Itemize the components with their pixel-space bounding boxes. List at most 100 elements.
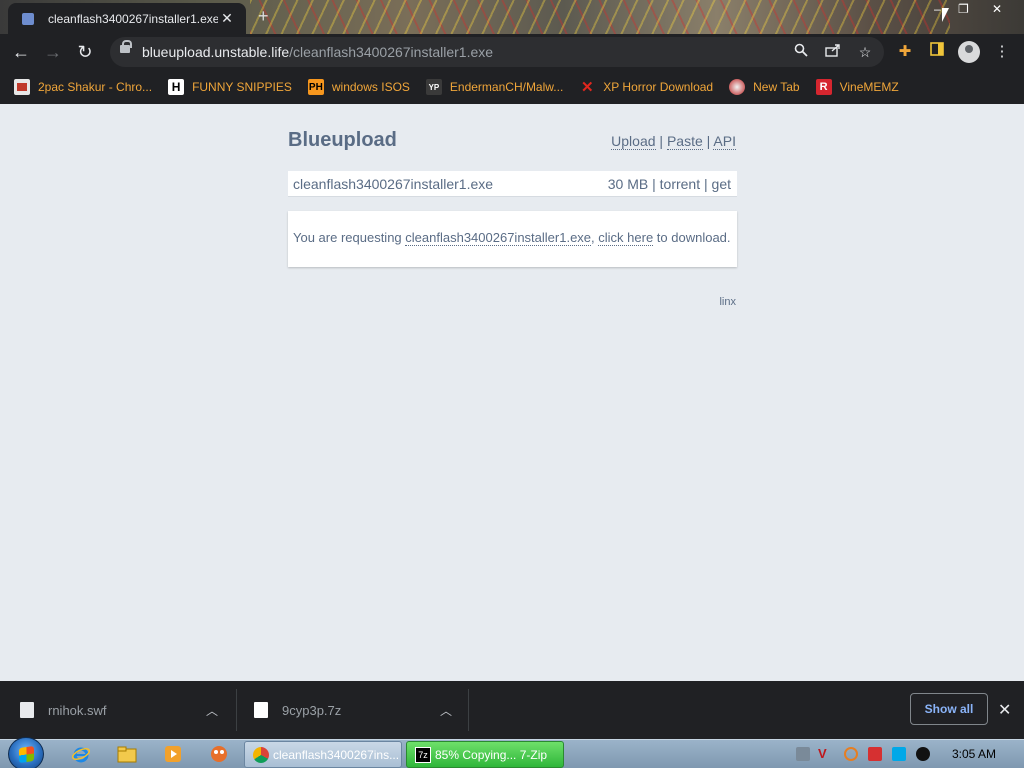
taskbar-7zip-window[interactable]: 7z 85% Copying... 7-Zip	[406, 741, 564, 768]
top-nav: Upload | Paste | API	[611, 133, 736, 150]
file-explorer-icon[interactable]	[116, 743, 138, 765]
side-panel-icon[interactable]	[927, 42, 947, 62]
wallpaper-art	[250, 0, 950, 34]
paste-link[interactable]: Paste	[666, 133, 703, 150]
browser-tab[interactable]: cleanflash3400267installer1.exe ✕	[8, 3, 246, 34]
torrent-link[interactable]: torrent	[660, 176, 700, 192]
download-message-card: You are requesting cleanflash3400267inst…	[288, 211, 737, 267]
paint-app-icon[interactable]	[208, 743, 230, 765]
tray-volume-icon[interactable]	[916, 747, 930, 761]
bookmark-label: XP Horror Download	[603, 80, 714, 94]
requested-file-link[interactable]: cleanflash3400267installer1.exe	[405, 230, 592, 246]
window-close-icon[interactable]: ✕	[992, 2, 1002, 16]
minimize-icon[interactable]: –	[934, 2, 941, 16]
task-label: 85% Copying... 7-Zip	[435, 747, 548, 762]
divider	[468, 689, 469, 731]
lock-icon[interactable]	[120, 40, 132, 53]
page-content: Blueupload Upload | Paste | API cleanfla…	[0, 104, 1024, 681]
message-suffix: to download.	[653, 230, 731, 245]
meta-separator: |	[652, 176, 660, 192]
nav-separator: |	[659, 133, 664, 149]
nav-separator: |	[706, 133, 711, 149]
bookmark-star-icon[interactable]: ☆	[856, 43, 874, 61]
mouse-cursor-icon	[942, 8, 949, 22]
get-link[interactable]: get	[712, 176, 731, 192]
internet-explorer-icon[interactable]	[70, 743, 92, 765]
bookmark-label: New Tab	[753, 80, 800, 94]
title-bar: cleanflash3400267installer1.exe ✕ + – ❐ …	[0, 0, 1024, 34]
profile-avatar[interactable]	[958, 41, 980, 63]
forward-icon[interactable]: →	[42, 41, 64, 63]
meta-separator: |	[704, 176, 712, 192]
bookmark-label: windows ISOS	[331, 80, 410, 94]
r-logo-icon: R	[815, 79, 832, 95]
tray-network-icon[interactable]	[796, 747, 810, 761]
archive-file-icon	[254, 702, 268, 718]
taskbar-clock[interactable]: 3:05 AM	[952, 747, 996, 761]
reload-icon[interactable]: ↻	[74, 41, 96, 63]
file-header: cleanflash3400267installer1.exe 30 MB | …	[288, 171, 737, 197]
taskbar: cleanflash3400267ins... 7z 85% Copying..…	[0, 737, 1024, 768]
task-label: cleanflash3400267ins...	[273, 747, 400, 762]
menu-kebab-icon[interactable]: ⋮	[992, 42, 1012, 62]
bookmark-item[interactable]: PH windows ISOS	[307, 79, 410, 95]
share-icon[interactable]	[824, 43, 842, 61]
bookmark-label: FUNNY SNIPPIES	[192, 80, 292, 94]
x-logo-icon: ✕	[580, 79, 594, 96]
message-prefix: You are requesting	[293, 230, 406, 245]
file-icon	[20, 702, 34, 718]
tray-v-icon[interactable]: V	[818, 747, 832, 761]
tab-title: cleanflash3400267installer1.exe	[48, 11, 218, 26]
shelf-close-icon[interactable]: ✕	[998, 700, 1011, 720]
bookmark-item[interactable]: New Tab	[729, 79, 800, 95]
extensions-icon[interactable]: ✚	[895, 42, 915, 62]
back-icon[interactable]: ←	[10, 41, 32, 63]
site-logo[interactable]: Blueupload	[288, 129, 397, 152]
ph-logo-icon: PH	[307, 79, 324, 95]
chevron-up-icon[interactable]: ︿	[440, 702, 452, 719]
download-item[interactable]: rnihok.swf ︿	[20, 691, 230, 729]
tab-favicon-icon	[22, 12, 34, 25]
url-text[interactable]: blueupload.unstable.life/cleanflash34002…	[142, 44, 493, 60]
download-item[interactable]: 9cyp3p.7z ︿	[254, 691, 464, 729]
search-icon[interactable]	[792, 43, 810, 61]
yp-logo-icon: YP	[425, 79, 442, 95]
bookmark-item[interactable]: YP EndermanCH/Malw...	[425, 79, 564, 95]
media-player-icon[interactable]	[162, 743, 184, 765]
download-filename: rnihok.swf	[48, 702, 107, 718]
chrome-icon	[253, 746, 269, 763]
file-size: 30 MB	[607, 176, 649, 192]
chevron-up-icon[interactable]: ︿	[206, 702, 218, 719]
bookmark-label: 2pac Shakur - Chro...	[38, 80, 153, 94]
click-here-link[interactable]: click here	[598, 230, 654, 246]
divider	[236, 689, 237, 731]
bookmark-item[interactable]: 2pac Shakur - Chro...	[14, 79, 152, 95]
taskbar-chrome-window[interactable]: cleanflash3400267ins...	[244, 741, 402, 768]
tray-flag-icon[interactable]	[868, 747, 882, 761]
bookmark-item[interactable]: R VineMEMZ	[815, 79, 899, 95]
start-button[interactable]	[8, 737, 44, 768]
bookmark-label: VineMEMZ	[839, 80, 899, 94]
bookmark-item[interactable]: ✕ XP Horror Download	[579, 79, 714, 96]
bookmark-label: EndermanCH/Malw...	[449, 80, 564, 94]
show-all-button[interactable]: Show all	[910, 693, 988, 725]
globe-icon	[729, 79, 746, 95]
h-logo-icon: H	[168, 79, 185, 95]
tray-display-icon[interactable]	[892, 747, 906, 761]
folder-icon	[14, 79, 30, 95]
new-tab-button[interactable]: +	[258, 6, 269, 27]
upload-link[interactable]: Upload	[611, 133, 656, 150]
maximize-icon[interactable]: ❐	[958, 2, 969, 16]
download-shelf: rnihok.swf ︿ 9cyp3p.7z ︿ Show all ✕	[0, 681, 1024, 739]
tab-close-icon[interactable]: ✕	[218, 10, 236, 27]
api-link[interactable]: API	[713, 133, 736, 150]
address-bar[interactable]: blueupload.unstable.life/cleanflash34002…	[110, 37, 884, 67]
browser-toolbar: ← → ↻ blueupload.unstable.life/cleanflas…	[0, 34, 1024, 70]
bookmarks-bar: 2pac Shakur - Chro... H FUNNY SNIPPIES P…	[0, 70, 1024, 104]
7zip-icon: 7z	[415, 746, 431, 763]
file-name: cleanflash3400267installer1.exe	[293, 176, 494, 192]
tray-search-icon[interactable]	[844, 747, 858, 761]
footer-linx[interactable]: linx	[719, 296, 736, 308]
file-meta: 30 MB | torrent | get	[608, 176, 731, 192]
bookmark-item[interactable]: H FUNNY SNIPPIES	[168, 79, 292, 95]
